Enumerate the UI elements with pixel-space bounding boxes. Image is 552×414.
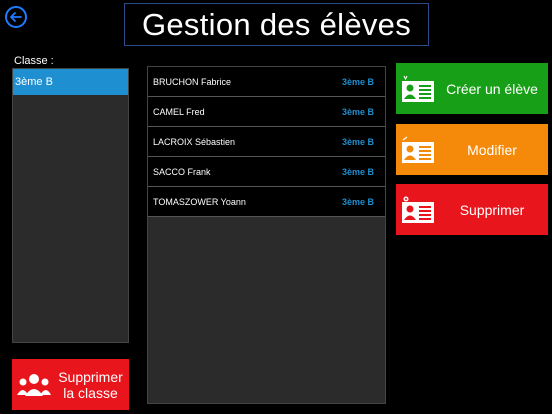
back-button[interactable] <box>5 6 27 28</box>
delete-class-label-line2: la classe <box>63 384 118 401</box>
page-title-box: Gestion des élèves <box>124 3 429 46</box>
add-id-card-icon <box>402 75 434 102</box>
student-class: 3ème B <box>341 196 374 207</box>
student-class: 3ème B <box>341 76 374 87</box>
delete-student-button[interactable]: Supprimer <box>396 184 548 235</box>
create-student-label: Créer un élève <box>446 80 538 97</box>
student-row[interactable]: LACROIX Sébastien 3ème B <box>148 127 385 157</box>
delete-id-card-icon <box>402 196 434 223</box>
modify-student-label: Modifier <box>467 141 517 158</box>
student-name: SACCO Frank <box>153 166 211 177</box>
class-list-label: Classe : <box>14 55 54 67</box>
student-name: LACROIX Sébastien <box>153 136 236 147</box>
delete-student-label: Supprimer <box>459 201 525 218</box>
student-row[interactable]: BRUCHON Fabrice 3ème B <box>148 67 385 97</box>
delete-class-button[interactable]: Supprimer la classe <box>12 359 129 410</box>
student-list[interactable]: BRUCHON Fabrice 3ème B CAMEL Fred 3ème B… <box>147 66 386 404</box>
student-class: 3ème B <box>341 166 374 177</box>
student-row[interactable]: SACCO Frank 3ème B <box>148 157 385 187</box>
back-arrow-icon <box>10 12 22 22</box>
page-title: Gestion des élèves <box>141 6 412 42</box>
student-class: 3ème B <box>341 136 374 147</box>
create-student-button[interactable]: Créer un élève <box>396 63 548 114</box>
student-row[interactable]: CAMEL Fred 3ème B <box>148 97 385 127</box>
class-list[interactable]: 3ème B <box>12 68 129 343</box>
edit-id-card-icon <box>402 136 434 163</box>
student-name: BRUCHON Fabrice <box>153 76 232 87</box>
student-class: 3ème B <box>341 106 374 117</box>
student-name: CAMEL Fred <box>153 106 205 117</box>
student-row[interactable]: TOMASZOWER Yoann 3ème B <box>148 187 385 217</box>
modify-student-button[interactable]: Modifier <box>396 124 548 175</box>
group-users-icon <box>17 373 51 396</box>
delete-class-label-line1: Supprimer <box>58 368 123 385</box>
class-item-3eme-b[interactable]: 3ème B <box>13 69 128 95</box>
student-name: TOMASZOWER Yoann <box>153 196 246 207</box>
delete-class-label: Supprimer la classe <box>52 369 129 401</box>
